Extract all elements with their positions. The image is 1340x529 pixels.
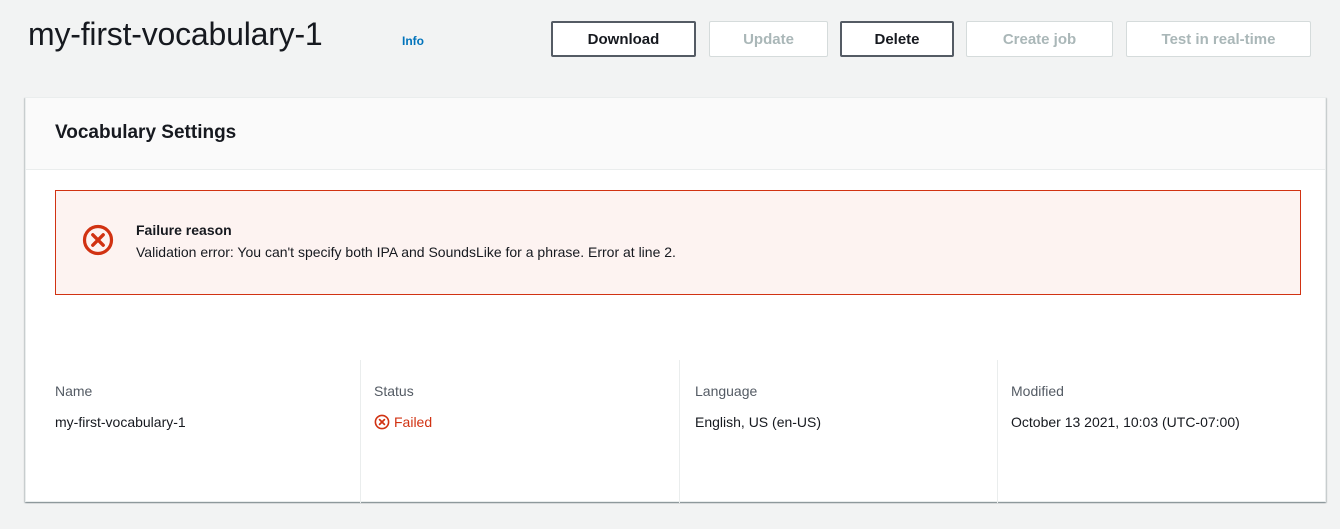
alert-title: Failure reason [136,222,232,238]
container-header: Vocabulary Settings [26,98,1325,170]
container-title: Vocabulary Settings [55,122,237,143]
failure-alert: Failure reason Validation error: You can… [55,190,1301,295]
status-detail: Status Failed [360,360,679,503]
status-value: Failed [394,414,433,430]
status-label: Status [374,383,414,399]
page-header: my-first-vocabulary-1 Info Download Upda… [0,0,1340,76]
update-button[interactable]: Update [709,21,828,57]
download-button[interactable]: Download [551,21,696,57]
language-label: Language [695,383,758,399]
modified-value: October 13 2021, 10:03 (UTC-07:00) [1011,414,1240,430]
error-x-circle-icon [81,223,115,257]
delete-button[interactable]: Delete [840,21,954,57]
name-label: Name [55,383,93,399]
error-x-circle-icon [374,414,394,430]
name-value: my-first-vocabulary-1 [55,414,186,430]
alert-message: Validation error: You can't specify both… [136,244,676,260]
test-in-real-time-button[interactable]: Test in real-time [1126,21,1311,57]
language-detail: Language English, US (en-US) [679,360,997,503]
modified-label: Modified [1011,383,1064,399]
vocabulary-settings-container: Vocabulary Settings Failure reason Valid… [25,97,1327,503]
page-title: my-first-vocabulary-1 [28,16,323,52]
name-detail: Name my-first-vocabulary-1 [26,360,360,503]
language-value: English, US (en-US) [695,414,822,430]
modified-detail: Modified October 13 2021, 10:03 (UTC-07:… [997,360,1327,503]
create-job-button[interactable]: Create job [966,21,1113,57]
info-link[interactable]: Info [402,34,424,48]
status-badge: Failed [374,411,432,433]
